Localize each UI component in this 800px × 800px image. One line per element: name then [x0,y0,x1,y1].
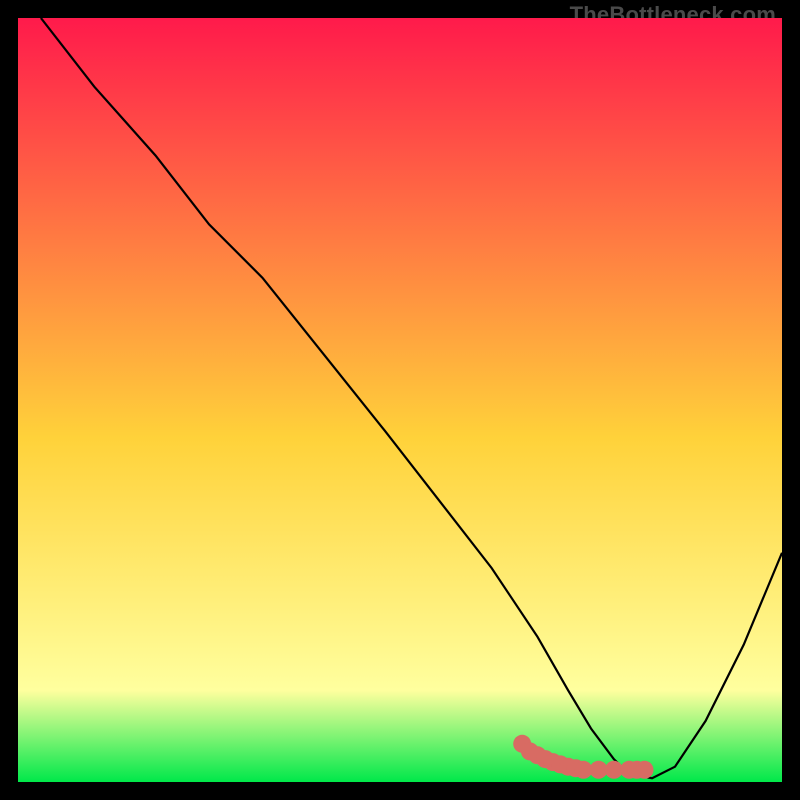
chart-frame [18,18,782,782]
highlight-marker [590,761,608,779]
gradient-background [18,18,782,782]
highlight-marker [636,761,654,779]
bottleneck-chart [18,18,782,782]
